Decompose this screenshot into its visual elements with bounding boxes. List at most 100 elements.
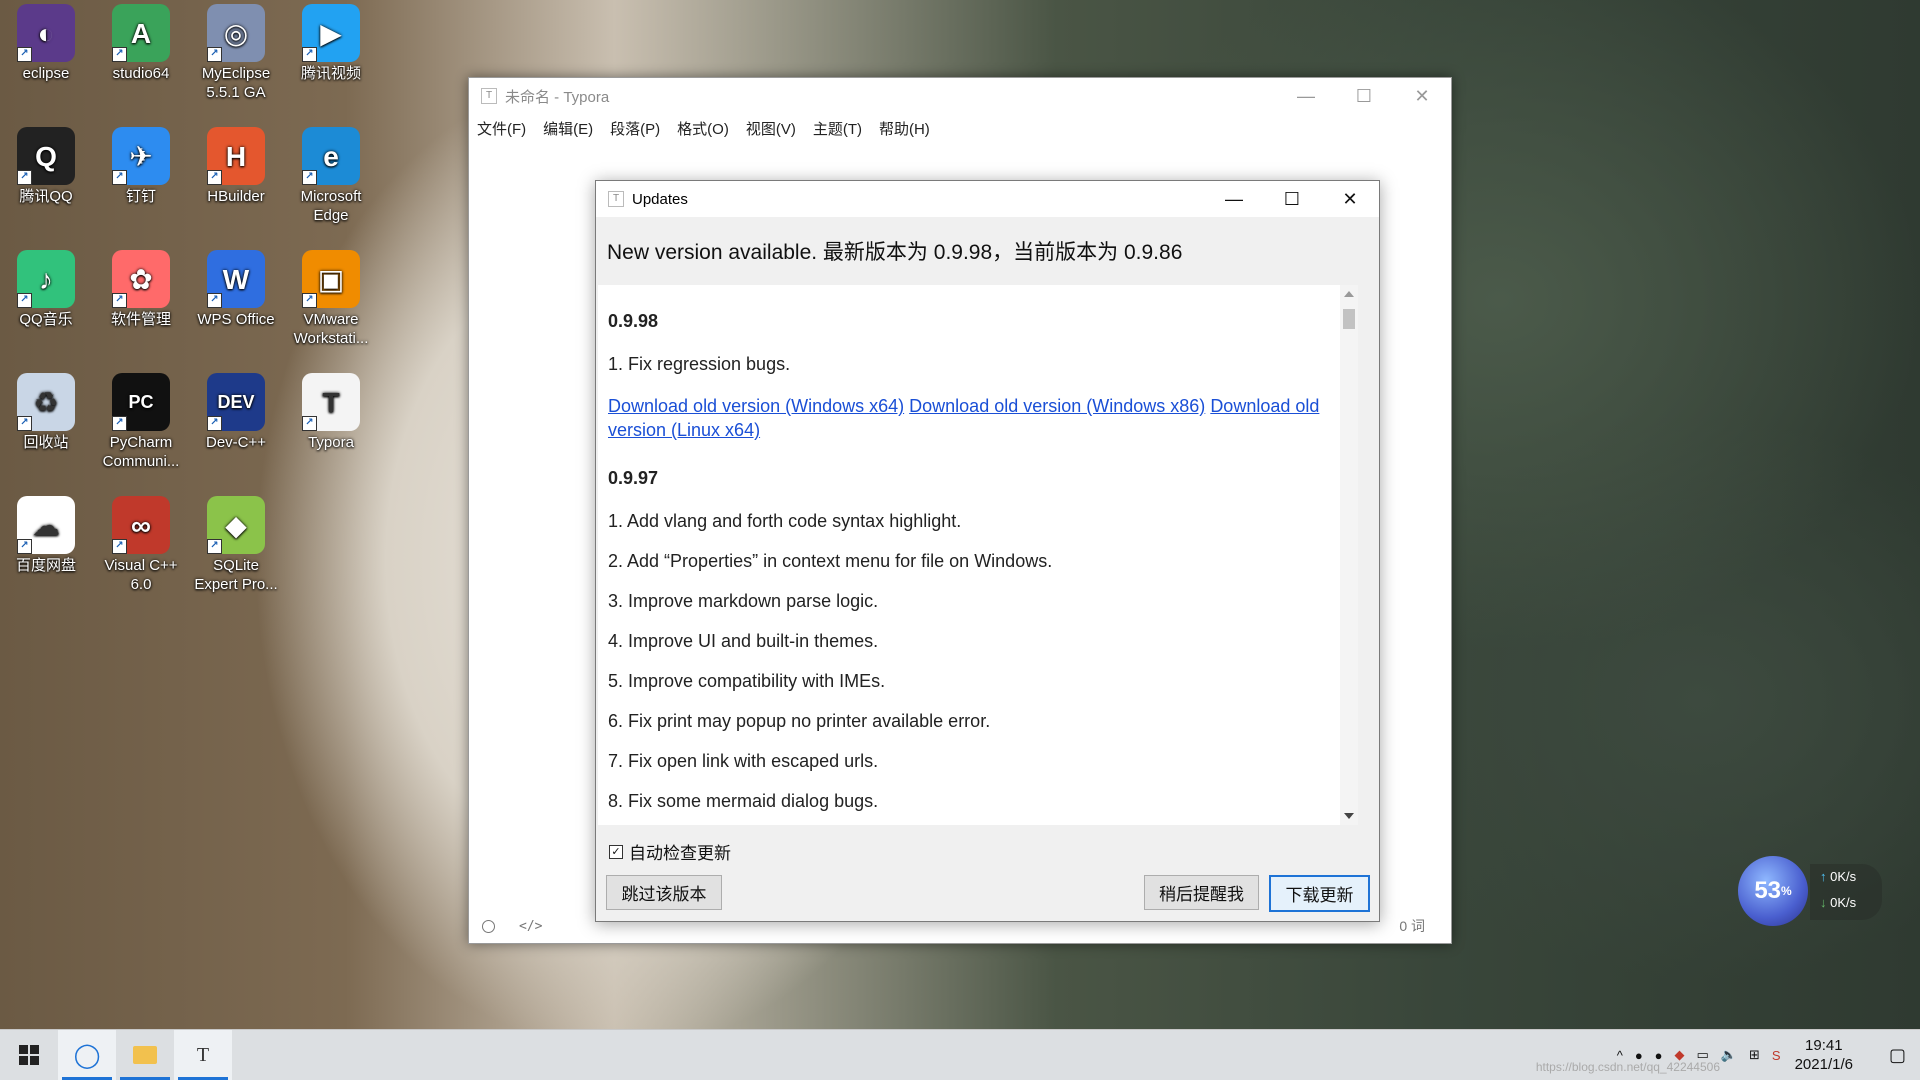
shortcut-arrow-icon: ↗ bbox=[302, 416, 317, 431]
desktop-icon[interactable]: A ↗ studio64 bbox=[96, 0, 186, 83]
upload-speed: 0K/s bbox=[1830, 869, 1857, 884]
search-icon: ◯ bbox=[73, 1041, 101, 1069]
taskbar-typora[interactable]: T bbox=[174, 1030, 232, 1080]
menu-edit[interactable]: 编辑(E) bbox=[543, 118, 593, 139]
app-icon: ◎ ↗ bbox=[207, 4, 265, 62]
desktop-icon[interactable]: ✿ ↗ 软件管理 bbox=[96, 246, 186, 329]
remind-later-button[interactable]: 稍后提醒我 bbox=[1144, 875, 1259, 910]
network-icon[interactable]: ⊞ bbox=[1749, 1047, 1760, 1063]
release-notes-panel[interactable]: 0.9.98 1. Fix regression bugs. Download … bbox=[598, 285, 1358, 825]
csdn-watermark: https://blog.csdn.net/qq_42244506 bbox=[1535, 1060, 1720, 1074]
menu-file[interactable]: 文件(F) bbox=[477, 118, 526, 139]
taskbar-clock[interactable]: 19:41 2021/1/6 bbox=[1795, 1036, 1853, 1074]
windows-logo-icon bbox=[19, 1045, 39, 1065]
desktop-icon-label: HBuilder bbox=[207, 188, 265, 205]
update-headline: New version available. 最新版本为 0.9.98，当前版本… bbox=[607, 241, 1183, 264]
app-icon: ✿ ↗ bbox=[112, 250, 170, 308]
maximize-button[interactable]: ☐ bbox=[1263, 181, 1321, 217]
auto-check-option[interactable]: ✓ 自动检查更新 bbox=[609, 839, 731, 864]
speed-rates: ↑ 0K/s ↓ 0K/s bbox=[1810, 864, 1882, 920]
app-icon: ✈ ↗ bbox=[112, 127, 170, 185]
scroll-up-arrow-icon[interactable] bbox=[1344, 291, 1354, 297]
desktop-icon[interactable]: ♻ ↗ 回收站 bbox=[1, 369, 91, 452]
taskbar-file-explorer[interactable] bbox=[116, 1030, 174, 1080]
shortcut-arrow-icon: ↗ bbox=[207, 539, 222, 554]
desktop-icon-label: Typora bbox=[308, 434, 354, 451]
minimize-button[interactable]: — bbox=[1277, 78, 1335, 114]
release-note-item: 8. Fix some mermaid dialog bugs. bbox=[608, 791, 879, 811]
app-icon: PC ↗ bbox=[112, 373, 170, 431]
desktop-icon[interactable]: ☁ ↗ 百度网盘 bbox=[1, 492, 91, 575]
menu-paragraph[interactable]: 段落(P) bbox=[610, 118, 660, 139]
close-button[interactable]: ✕ bbox=[1393, 78, 1451, 114]
ime-icon[interactable]: S bbox=[1772, 1048, 1781, 1063]
app-icon: ▣ ↗ bbox=[302, 250, 360, 308]
shortcut-arrow-icon: ↗ bbox=[17, 539, 32, 554]
desktop-icon[interactable]: W ↗ WPS Office bbox=[191, 246, 281, 329]
desktop-icon[interactable]: ∞ ↗ Visual C++ 6.0 bbox=[96, 492, 186, 594]
shortcut-arrow-icon: ↗ bbox=[112, 539, 127, 554]
clock-date: 2021/1/6 bbox=[1794, 1056, 1853, 1073]
skip-version-button[interactable]: 跳过该版本 bbox=[606, 875, 722, 910]
word-count[interactable]: 0 词 bbox=[1399, 916, 1425, 936]
sidebar-toggle-icon[interactable] bbox=[482, 919, 495, 933]
version-heading: 0.9.97 bbox=[608, 468, 659, 488]
desktop-icon-label: WPS Office bbox=[197, 311, 275, 328]
download-windows-x86-link[interactable]: Download old version (Windows x86) bbox=[909, 396, 1205, 416]
desktop-icon[interactable]: PC ↗ PyCharm Communi... bbox=[96, 369, 186, 471]
network-speed-widget[interactable]: 53% ↑ 0K/s ↓ 0K/s bbox=[1738, 856, 1888, 926]
release-note-item: 1. Fix regression bugs. bbox=[608, 354, 791, 374]
scroll-down-arrow-icon[interactable] bbox=[1344, 813, 1354, 819]
app-icon: ☁ ↗ bbox=[17, 496, 75, 554]
menu-theme[interactable]: 主题(T) bbox=[813, 118, 862, 139]
desktop-icon[interactable]: ▶ ↗ 腾讯视频 bbox=[286, 0, 376, 83]
desktop-icon[interactable]: ◎ ↗ MyEclipse 5.5.1 GA bbox=[191, 0, 281, 102]
desktop-icon[interactable]: DEV ↗ Dev-C++ bbox=[191, 369, 281, 452]
scrollbar-thumb[interactable] bbox=[1343, 309, 1355, 329]
maximize-button[interactable]: ☐ bbox=[1335, 78, 1393, 114]
desktop-icon[interactable]: ▣ ↗ VMware Workstati... bbox=[286, 246, 376, 348]
auto-check-checkbox[interactable]: ✓ bbox=[609, 844, 623, 859]
menu-view[interactable]: 视图(V) bbox=[746, 118, 796, 139]
release-note-item: 3. Improve markdown parse logic. bbox=[608, 591, 879, 611]
minimize-button[interactable]: — bbox=[1205, 181, 1263, 217]
menu-help[interactable]: 帮助(H) bbox=[879, 118, 930, 139]
desktop-icon[interactable]: ◐ ↗ eclipse bbox=[1, 0, 91, 83]
notification-center-icon[interactable]: ▢ bbox=[1889, 1045, 1906, 1066]
start-button[interactable] bbox=[0, 1030, 58, 1080]
memory-usage-ball[interactable]: 53% bbox=[1738, 856, 1808, 926]
volume-icon[interactable]: 🔈 bbox=[1721, 1047, 1737, 1063]
menu-format[interactable]: 格式(O) bbox=[677, 118, 729, 139]
desktop-icon[interactable]: ♪ ↗ QQ音乐 bbox=[1, 246, 91, 329]
taskbar-search[interactable]: ◯ bbox=[58, 1030, 116, 1080]
desktop-icon[interactable]: T ↗ Typora bbox=[286, 369, 376, 452]
app-icon: DEV ↗ bbox=[207, 373, 265, 431]
desktop-icon[interactable]: Q ↗ 腾讯QQ bbox=[1, 123, 91, 206]
typora-titlebar[interactable]: T 未命名 - Typora — ☐ ✕ bbox=[469, 78, 1451, 114]
source-mode-icon[interactable]: </> bbox=[519, 919, 542, 934]
download-update-button[interactable]: 下载更新 bbox=[1269, 875, 1370, 912]
download-windows-x64-link[interactable]: Download old version (Windows x64) bbox=[608, 396, 904, 416]
download-speed: 0K/s bbox=[1830, 895, 1857, 910]
download-links: Download old version (Windows x64) Downl… bbox=[608, 394, 1348, 442]
updates-dialog[interactable]: T Updates — ☐ ✕ New version available. 最… bbox=[595, 180, 1380, 922]
typora-menubar: 文件(F) 编辑(E) 段落(P) 格式(O) 视图(V) 主题(T) 帮助(H… bbox=[469, 114, 1451, 142]
shortcut-arrow-icon: ↗ bbox=[207, 170, 222, 185]
release-notes-scrollbar[interactable] bbox=[1340, 285, 1358, 825]
typora-window-title: 未命名 - Typora bbox=[505, 88, 610, 106]
folder-icon bbox=[133, 1046, 157, 1064]
auto-check-label[interactable]: 自动检查更新 bbox=[629, 839, 731, 864]
desktop-icon[interactable]: ✈ ↗ 钉钉 bbox=[96, 123, 186, 206]
desktop-icon-label: MyEclipse 5.5.1 GA bbox=[201, 65, 271, 101]
desktop-icon[interactable]: e ↗ Microsoft Edge bbox=[286, 123, 376, 225]
desktop-icon[interactable]: H ↗ HBuilder bbox=[191, 123, 281, 206]
clock-time: 19:41 bbox=[1805, 1037, 1843, 1054]
taskbar: ◯ T ^ ● ● ◆ ▭ 🔈 ⊞ S 19:41 2021/1/6 ▢ htt… bbox=[0, 1029, 1920, 1080]
desktop-icon-label: 软件管理 bbox=[110, 311, 171, 328]
typora-icon: T bbox=[196, 1043, 210, 1066]
shortcut-arrow-icon: ↗ bbox=[17, 416, 32, 431]
desktop-icon[interactable]: ◆ ↗ SQLite Expert Pro... bbox=[191, 492, 281, 594]
close-button[interactable]: ✕ bbox=[1321, 181, 1379, 217]
updates-titlebar[interactable]: T Updates — ☐ ✕ bbox=[596, 181, 1379, 217]
desktop-icon-label: Microsoft Edge bbox=[300, 188, 362, 224]
